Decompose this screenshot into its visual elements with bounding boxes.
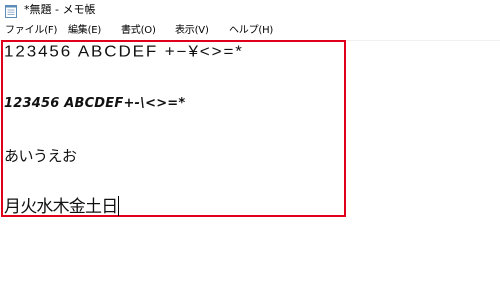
window-title: *無題 - メモ帳 (24, 3, 96, 16)
title-bar[interactable]: *無題 - メモ帳 (0, 0, 500, 21)
menu-view[interactable]: 表示(V) (175, 24, 209, 38)
text-caret (118, 196, 120, 216)
menu-format[interactable]: 書式(O) (121, 24, 156, 38)
menu-bar: ファイル(F) 編集(E) 書式(O) 表示(V) ヘルプ(H) (0, 22, 500, 41)
menu-edit[interactable]: 編集(E) (68, 24, 101, 38)
menu-file[interactable]: ファイル(F) (5, 24, 57, 38)
text-line-2: 123456 ABCDEF+-\<>=* (4, 96, 186, 111)
notepad-icon (5, 3, 17, 18)
text-line-4-content: 月火水木金土日 (4, 197, 118, 217)
text-line-1: 123456 ABCDEF +−¥<>=* (4, 43, 244, 61)
highlight-box (1, 40, 346, 217)
menu-help[interactable]: ヘルプ(H) (229, 24, 273, 38)
text-line-3: あいうえお (4, 147, 77, 165)
text-line-4: 月火水木金土日 (4, 192, 120, 217)
